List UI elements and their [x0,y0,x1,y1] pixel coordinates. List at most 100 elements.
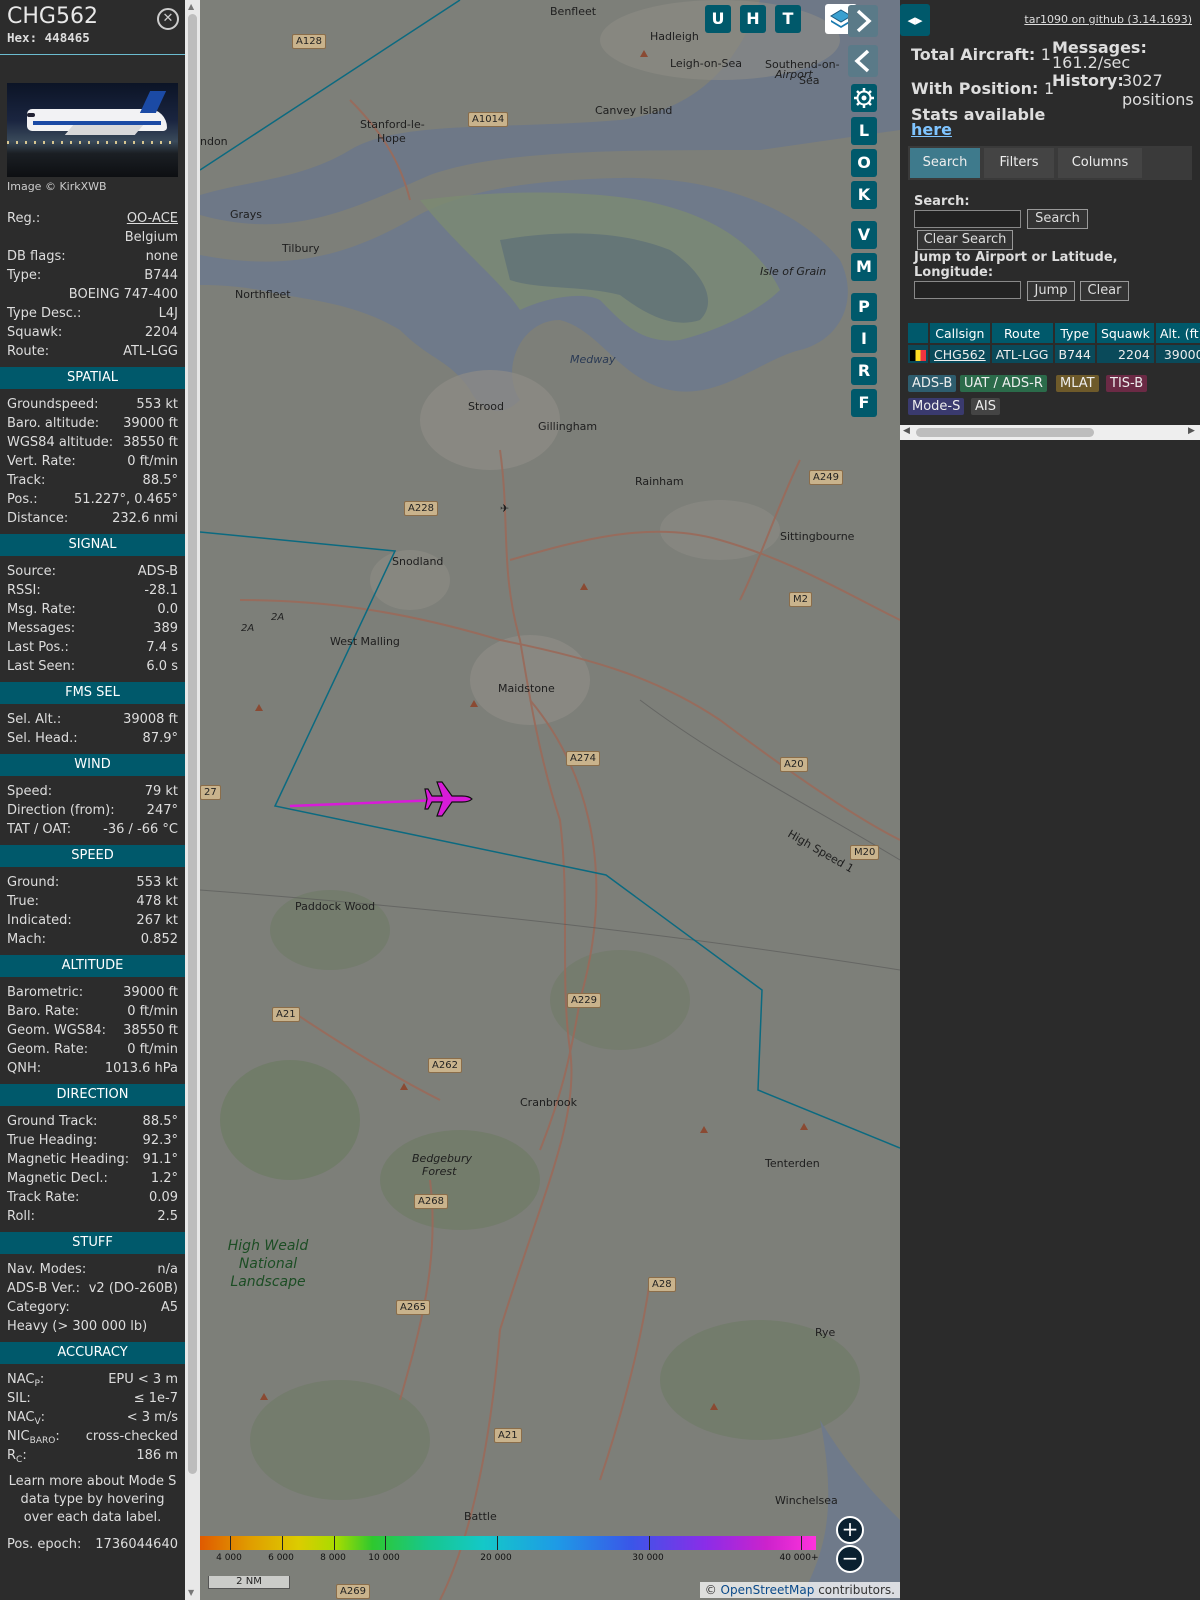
info-value: 87.9° [142,731,178,746]
altitude-cell: 39000 [1155,345,1200,363]
column-header[interactable]: Callsign [930,323,990,343]
info-label: Track: [7,471,45,490]
map-view[interactable]: ✈ Benfleet Hadleigh Leigh-on-Sea Southend-o… [200,0,900,1600]
tab-columns[interactable]: Columns [1058,148,1142,178]
github-link[interactable]: tar1090 on github (3.14.1693) [1024,13,1192,26]
section-header-speed[interactable]: SPEED [0,845,185,867]
road-shield: A262 [428,1058,462,1073]
column-header[interactable]: Alt. (ft) [1155,323,1200,343]
search-input[interactable] [914,210,1021,228]
column-header[interactable]: Type [1054,323,1095,343]
section-header-wind[interactable]: WIND [0,754,185,776]
toggle-m-button[interactable]: M [851,253,877,281]
info-value: 0 ft/min [127,1042,178,1057]
scroll-up-icon[interactable]: ▲ [188,2,194,12]
hex-label: Hex: [7,30,38,45]
stats-link[interactable]: here [911,120,952,139]
section-header-accuracy[interactable]: ACCURACY [0,1342,185,1364]
info-row: BOEING 747-400 [7,285,178,304]
attribution-prefix: © [704,1583,721,1597]
close-icon[interactable]: ✕ [157,8,179,30]
toggle-k-button[interactable]: K [851,181,877,209]
search-label: Search: [914,194,970,209]
section-header-spatial[interactable]: SPATIAL [0,367,185,389]
toggle-f-button[interactable]: F [851,389,877,417]
callsign-cell[interactable]: CHG562 [930,345,990,363]
info-label-text: ADS-B Ver.: [7,1281,80,1296]
info-label: Type: [7,268,42,283]
map-label-place: Isle of Grain [760,265,826,278]
chevron-left-icon[interactable] [848,45,878,77]
info-label-text: True Heading: [7,1133,98,1148]
info-row: NICBARO: cross-checked [7,1427,178,1446]
registration-link[interactable]: OO-ACE [127,209,178,228]
toggle-l-button[interactable]: L [851,117,877,145]
toggle-h-button[interactable]: H [740,5,766,33]
map-label-place: Paddock Wood [295,900,375,913]
toggle-o-button[interactable]: O [851,149,877,177]
section-rows: Source: ADS-B RSSI: -28.1 Msg. Rate: 0.0 Messa… [0,562,185,676]
clear-search-button[interactable]: Clear Search [917,230,1013,250]
tab-search[interactable]: Search [910,148,980,178]
column-header[interactable]: Squawk [1096,323,1154,343]
map-label-place: ndon [200,135,228,148]
toggle-t-button[interactable]: T [775,5,801,33]
info-row: NACP: EPU < 3 m [7,1370,178,1389]
info-label: WGS84 altitude: [7,433,113,452]
aircraft-icon[interactable] [422,776,474,822]
toggle-i-button[interactable]: I [851,325,877,353]
sidebar-scrollbar[interactable]: ▲ ▼ [185,0,200,1600]
toggle-r-button[interactable]: R [851,357,877,385]
section-header-fms-sel[interactable]: FMS SEL [0,682,185,704]
table-scroll-thumb[interactable] [916,428,1094,437]
info-row: Track: 88.5° [7,471,178,490]
section-header-direction[interactable]: DIRECTION [0,1084,185,1106]
column-header[interactable] [908,323,928,343]
table-horizontal-scrollbar[interactable]: ◀ ▶ [900,425,1200,440]
flag-cell [908,345,928,363]
toggle-u-button[interactable]: U [705,5,731,33]
toggle-p-button[interactable]: P [851,293,877,321]
info-label-text: Msg. Rate: [7,602,76,617]
chevron-right-icon[interactable] [848,5,878,37]
zoom-in-button[interactable]: + [836,1516,864,1544]
info-value: 39008 ft [123,712,178,727]
section-header-altitude[interactable]: ALTITUDE [0,955,185,977]
zoom-out-button[interactable]: − [836,1545,864,1573]
jump-input[interactable] [914,281,1021,299]
info-value: 79 kt [144,784,178,799]
section-header-stuff[interactable]: STUFF [0,1232,185,1254]
road-shield: A21 [494,1428,522,1443]
tab-filters[interactable]: Filters [984,148,1054,178]
source-legend-tis-b: TIS-B [1106,375,1148,392]
osm-link[interactable]: OpenStreetMap [721,1583,815,1597]
info-label-text: Track Rate: [7,1190,80,1205]
aircraft-photo[interactable] [7,83,178,177]
gear-icon[interactable] [851,84,877,112]
scroll-right-icon[interactable]: ▶ [1188,426,1195,436]
info-label-text: Source: [7,564,57,579]
colorbar-tick [385,1536,386,1550]
scroll-left-icon[interactable]: ◀ [903,426,910,436]
table-row[interactable]: CHG562 ATL-LGG B744 2204 39000 [908,345,1200,363]
info-label-text: Nav. Modes: [7,1262,87,1277]
map-label-place: Tilbury [281,242,320,255]
section-header-signal[interactable]: SIGNAL [0,534,185,556]
info-label-text: Last Pos.: [7,640,69,655]
search-button[interactable]: Search [1027,209,1088,229]
colorbar-label: 40 000+ [779,1553,819,1563]
jump-button[interactable]: Jump [1027,281,1075,301]
map-canvas[interactable]: ✈ BenfleetHadleighLeigh-on-Sea Southend-o… [200,0,900,1600]
info-label: Reg.: [7,211,41,226]
info-label-subscript: C [16,1455,23,1465]
map-label-place: Grays [230,208,262,221]
column-header[interactable]: Route [991,323,1053,343]
scroll-down-icon[interactable]: ▼ [188,1588,194,1598]
info-label: True: [7,892,39,911]
info-label-text: RSSI: [7,583,41,598]
sidebar-scroll-thumb[interactable] [188,14,197,1474]
clear-button[interactable]: Clear [1080,281,1129,301]
toggle-v-button[interactable]: V [851,221,877,249]
expand-collapse-icon[interactable]: ◂▸ [900,4,930,36]
info-value: 39000 ft [123,416,178,431]
